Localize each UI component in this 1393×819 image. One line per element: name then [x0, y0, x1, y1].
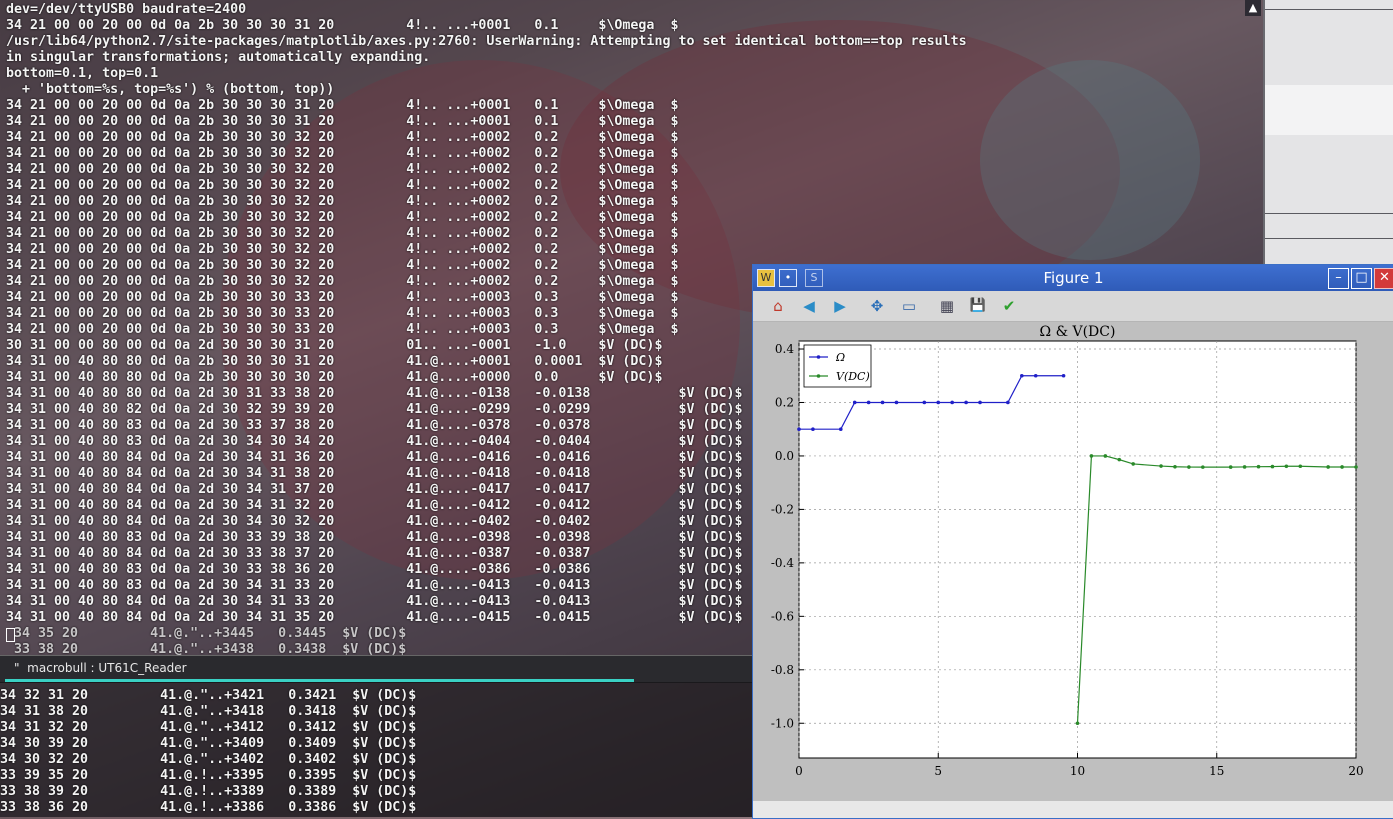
- x-tick-label: 10: [1070, 764, 1085, 778]
- data-point: [1256, 464, 1261, 469]
- terminal-cursor: [6, 628, 15, 642]
- minimize-button[interactable]: –: [1328, 268, 1349, 289]
- tab-prefix: ": [14, 661, 20, 675]
- figure-toolbar: ⌂ ◀ ▶ ✥ ▭ ▦ 💾 ✔: [753, 291, 1393, 322]
- data-point: [1020, 373, 1024, 378]
- data-point: [964, 400, 968, 405]
- data-point: [1089, 454, 1094, 458]
- data-point: [1354, 465, 1358, 469]
- edit-check-icon[interactable]: ✔: [998, 295, 1020, 317]
- y-tick-label: 0.4: [775, 342, 794, 356]
- data-point: [797, 427, 801, 432]
- x-tick-label: 15: [1209, 764, 1224, 778]
- back-arrow-icon[interactable]: ◀: [798, 295, 820, 317]
- save-icon[interactable]: 💾: [967, 295, 989, 317]
- data-point: [1033, 373, 1038, 378]
- data-point: [1117, 457, 1122, 462]
- y-tick-label: -0.2: [771, 502, 794, 516]
- data-point: [1061, 373, 1066, 378]
- y-tick-label: 0.2: [775, 395, 794, 409]
- background-window: [1263, 0, 1393, 265]
- forward-arrow-icon[interactable]: ▶: [829, 295, 851, 317]
- data-point: [1284, 464, 1289, 469]
- figure-window[interactable]: W • S Figure 1 – □ ✕ ⌂ ◀ ▶ ✥ ▭ ▦ 💾 ✔ Ω &…: [752, 264, 1393, 819]
- data-point: [922, 400, 927, 405]
- data-point: [950, 400, 954, 405]
- data-point: [1270, 464, 1275, 469]
- y-tick-label: -1.0: [771, 716, 794, 730]
- maximize-button[interactable]: □: [1351, 268, 1372, 289]
- legend-label: V(DC): [836, 370, 870, 383]
- x-tick-label: 20: [1348, 764, 1363, 778]
- zoom-icon[interactable]: ▭: [898, 295, 920, 317]
- data-point: [978, 400, 982, 405]
- terminal-tab-label[interactable]: " macrobull : UT61C_Reader: [14, 661, 187, 675]
- data-point: [1242, 465, 1247, 469]
- data-point: [1326, 465, 1330, 469]
- data-point: [1075, 721, 1080, 726]
- data-point: [1173, 464, 1177, 469]
- data-point: [1159, 464, 1163, 468]
- data-point: [1201, 465, 1205, 469]
- data-point: [1131, 462, 1135, 466]
- subplots-icon[interactable]: ▦: [936, 295, 958, 317]
- data-point: [936, 400, 941, 405]
- figure-titlebar[interactable]: W • S Figure 1 – □ ✕: [753, 265, 1393, 291]
- x-tick-label: 5: [934, 764, 942, 778]
- data-point: [866, 400, 871, 405]
- line-chart: Ω & V(DC) 0 5 10 15 20 0.4 0.2 0.0 -0.2 -0.4 -0.6 -0…: [771, 324, 1364, 778]
- data-point: [1340, 465, 1344, 469]
- figure-title: Figure 1: [1043, 269, 1104, 287]
- chart-title: Ω & V(DC): [1040, 324, 1116, 340]
- terminal-window-2[interactable]: 34 32 31 20 41.@."..+3421 0.3421 $V (DC)…: [0, 682, 752, 817]
- close-button[interactable]: ✕: [1374, 268, 1393, 289]
- legend-marker: [816, 355, 821, 359]
- x-tick-label: 0: [795, 764, 803, 778]
- scroll-up-button[interactable]: ▲: [1245, 0, 1261, 16]
- legend-label: Ω: [835, 351, 845, 364]
- data-point: [811, 427, 815, 432]
- data-point: [1298, 464, 1303, 469]
- terminal-2-output: 34 32 31 20 41.@."..+3421 0.3421 $V (DC)…: [0, 688, 417, 815]
- data-point: [1187, 465, 1191, 469]
- pan-icon[interactable]: ✥: [866, 295, 888, 317]
- tab-title: macrobull : UT61C_Reader: [27, 661, 187, 675]
- data-point: [1103, 454, 1108, 458]
- data-point: [880, 400, 885, 405]
- data-point: [852, 400, 857, 405]
- y-tick-label: 0.0: [775, 449, 794, 463]
- y-tick-label: -0.4: [771, 556, 795, 570]
- data-point: [1006, 400, 1010, 405]
- y-tick-label: -0.6: [771, 609, 794, 623]
- home-icon[interactable]: ⌂: [767, 295, 789, 317]
- terminal-ghost-output: 34 35 20 41.@."..+3445 0.3445 $V (DC)$ 3…: [14, 626, 407, 657]
- figure-status-strip: [753, 801, 1393, 818]
- data-point: [838, 427, 843, 432]
- legend-marker: [816, 374, 821, 378]
- data-point: [1228, 465, 1233, 469]
- data-point: [894, 400, 899, 405]
- y-tick-label: -0.8: [771, 663, 794, 677]
- terminal-tab-bar[interactable]: " macrobull : UT61C_Reader: [0, 655, 752, 683]
- figure-canvas[interactable]: Ω & V(DC) 0 5 10 15 20 0.4 0.2 0.0 -0.2 -0.4 -0.6 -0…: [753, 322, 1393, 801]
